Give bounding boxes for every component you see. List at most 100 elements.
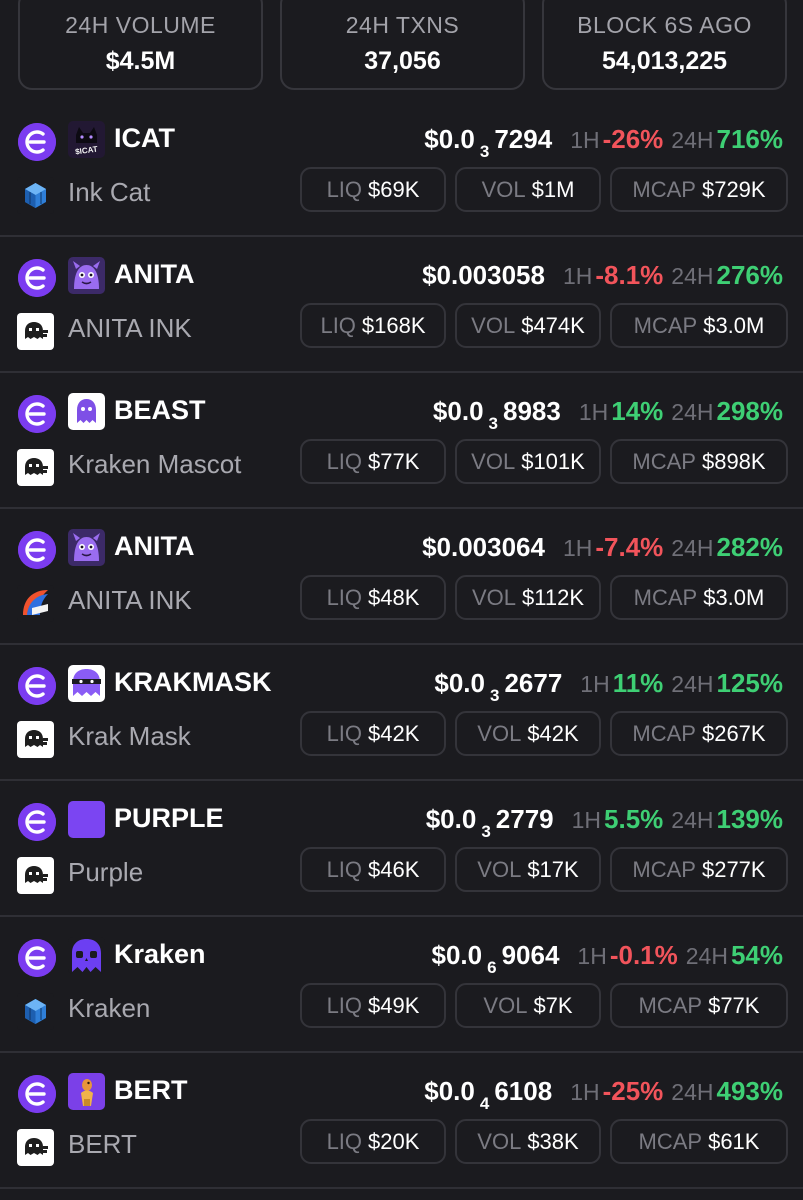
pill-value: $168K xyxy=(361,313,426,338)
kraken-mask-icon xyxy=(68,665,105,702)
pill-value: $77K xyxy=(708,993,760,1018)
stat-24h-volume: 24H VOLUME $4.5M xyxy=(18,0,263,90)
change-1h-value: -25% xyxy=(602,1076,664,1106)
cube-dex-icon xyxy=(17,993,54,1030)
pill-label: VOL xyxy=(477,857,522,882)
pill-label: MCAP xyxy=(638,1129,703,1154)
pill-label: LIQ xyxy=(326,993,363,1018)
price-prefix: $0.0 xyxy=(432,396,484,426)
ink-chain-icon xyxy=(18,803,56,841)
change-24h-label: 24H xyxy=(685,943,728,969)
token-symbol: ANITA xyxy=(114,531,195,561)
mcap-pill: MCAP $267K xyxy=(610,711,788,756)
change-1h-value: 5.5% xyxy=(604,804,664,834)
pill-label: VOL xyxy=(471,585,517,610)
stats-header: 24H VOLUME $4.5M 24H TXNS 37,056 BLOCK 6… xyxy=(0,0,803,100)
mcap-pill: MCAP $729K xyxy=(610,167,788,212)
token-row[interactable]: Kraken Kraken $0.0 6 9064 1H -0.1% 24H 54% LIQ $49… xyxy=(0,917,803,1053)
liq-pill: LIQ $20K xyxy=(300,1119,446,1164)
price-prefix: $0.0 xyxy=(424,1076,475,1106)
stat-value: 37,056 xyxy=(364,47,441,75)
pill-label: MCAP xyxy=(633,585,698,610)
pill-value: $474K xyxy=(521,313,585,338)
change-1h-label: 1H xyxy=(570,127,600,153)
stat-block: BLOCK 6S AGO 54,013,225 xyxy=(542,0,787,90)
price-prefix: $0.0 xyxy=(425,804,477,834)
change-24h-value: 298% xyxy=(716,396,784,426)
price-zero-count: 3 xyxy=(479,142,490,161)
ink-chain-icon xyxy=(18,1075,56,1113)
stat-label: BLOCK 6S AGO xyxy=(577,12,752,38)
arc-dex-icon xyxy=(17,585,54,622)
liq-pill: LIQ $49K xyxy=(300,983,446,1028)
price-prefix: $0.0 xyxy=(431,940,483,970)
token-name: BERT xyxy=(68,1129,137,1159)
price-prefix: $0.0 xyxy=(424,124,475,154)
change-1h-label: 1H xyxy=(571,807,602,833)
price-line: $0.0 3 2677 1H 11% 24H 125% xyxy=(434,667,783,712)
token-name: Kraken Mascot xyxy=(68,449,242,479)
mcap-pill: MCAP $277K xyxy=(610,847,788,892)
price-line: $0.003058 1H -8.1% 24H 276% xyxy=(422,259,783,292)
vol-pill: VOL $17K xyxy=(455,847,601,892)
token-symbol: BERT xyxy=(114,1075,188,1105)
pill-value: $77K xyxy=(368,449,420,474)
change-1h-value: 11% xyxy=(612,668,664,698)
change-24h-value: 716% xyxy=(716,124,784,154)
pill-label: MCAP xyxy=(632,449,696,474)
vol-pill: VOL $38K xyxy=(455,1119,601,1164)
pill-label: LIQ xyxy=(320,313,356,338)
pill-value: $729K xyxy=(701,177,766,202)
token-row[interactable]: BEAST Kraken Mascot $0.0 3 8983 1H 14% 24H 298% L… xyxy=(0,373,803,509)
token-row[interactable]: PURPLE Purple $0.0 3 2779 1H 5.5% 24H 139% LIQ $46… xyxy=(0,781,803,917)
ink-chain-icon xyxy=(18,395,56,433)
ink-chain-icon xyxy=(18,123,56,161)
kraken-dex-icon xyxy=(17,313,54,350)
pill-label: MCAP xyxy=(632,721,696,746)
ink-chain-icon xyxy=(18,259,56,297)
price-digits: 7294 xyxy=(494,124,553,154)
stat-value: 54,013,225 xyxy=(601,47,728,75)
vol-pill: VOL $101K xyxy=(455,439,601,484)
token-symbol: BEAST xyxy=(114,395,206,425)
kraken-dex-icon xyxy=(17,721,54,758)
pill-value: $898K xyxy=(701,449,766,474)
vol-pill: VOL $7K xyxy=(455,983,601,1028)
liq-pill: LIQ $77K xyxy=(300,439,446,484)
price-line: $0.0 3 8983 1H 14% 24H 298% xyxy=(433,395,783,440)
vol-pill: VOL $42K xyxy=(455,711,601,756)
pill-label: MCAP xyxy=(632,177,696,202)
price-line: $0.0 4 6108 1H -25% 24H 493% xyxy=(424,1075,783,1120)
bert-figure-icon xyxy=(68,1073,105,1110)
price-digits: 8983 xyxy=(503,396,561,426)
pill-label: MCAP xyxy=(632,857,696,882)
icat-logo-icon: $ICAT xyxy=(68,121,105,158)
change-24h-label: 24H xyxy=(671,263,714,289)
token-price: $0.0 3 8983 xyxy=(432,396,561,433)
price-prefix: $0.003058 xyxy=(422,260,545,290)
vol-pill: VOL $112K xyxy=(455,575,601,620)
token-row[interactable]: ANITA ANITA INK $0.003064 1H -7.4% 24H 282% LIQ… xyxy=(0,509,803,645)
price-prefix: $0.0 xyxy=(434,668,485,698)
pill-label: VOL xyxy=(481,177,526,202)
pill-label: LIQ xyxy=(326,721,363,746)
token-name: ANITA INK xyxy=(68,313,192,343)
stat-label: 24H TXNS xyxy=(345,12,460,38)
change-24h-value: 139% xyxy=(716,804,784,834)
pill-value: $42K xyxy=(368,721,420,746)
stat-value: $4.5M xyxy=(105,47,176,75)
price-line: $0.0 6 9064 1H -0.1% 24H 54% xyxy=(432,939,784,984)
token-row[interactable]: $ICAT ICAT Ink Cat $0.0 3 7294 1H -26% 24H 716% LI… xyxy=(0,101,803,237)
cube-dex-icon xyxy=(17,177,54,214)
change-24h-value: 493% xyxy=(716,1076,784,1106)
pill-value: $38K xyxy=(527,1129,579,1154)
token-row[interactable]: KRAKMASK Krak Mask $0.0 3 2677 1H 11% 24H 125% LI… xyxy=(0,645,803,781)
pill-value: $17K xyxy=(527,857,579,882)
token-row[interactable]: ANITA ANITA INK $0.003058 1H -8.1% 24H 276% LIQ… xyxy=(0,237,803,373)
token-row[interactable]: BERT BERT $0.0 4 6108 1H -25% 24H 493% LIQ $20K VOL… xyxy=(0,1053,803,1189)
token-price: $0.0 4 6108 xyxy=(424,1076,552,1113)
price-prefix: $0.003064 xyxy=(422,532,545,562)
kraken-skull-icon xyxy=(68,937,105,974)
pill-label: LIQ xyxy=(326,585,363,610)
change-1h-label: 1H xyxy=(577,943,607,969)
